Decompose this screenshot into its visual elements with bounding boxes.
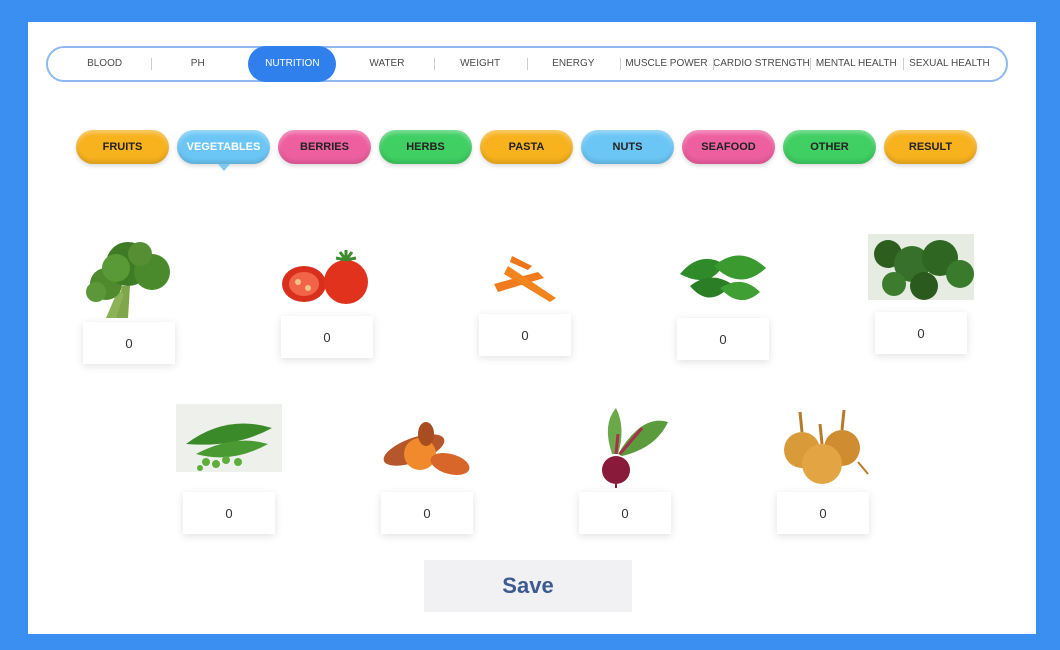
veg-item-beet: 0 (572, 404, 678, 534)
kale-icon (868, 224, 974, 308)
category-vegetables[interactable]: VEGETABLES (177, 130, 270, 171)
tab-nutrition[interactable]: NUTRITION (248, 46, 337, 82)
save-button[interactable]: Save (424, 560, 632, 612)
tab-ph[interactable]: PH (151, 48, 244, 80)
app-frame: BLOOD PH NUTRITION WATER WEIGHT ENERGY M… (28, 22, 1036, 634)
veg-item-tomato: 0 (274, 228, 380, 358)
category-other[interactable]: OTHER (783, 130, 876, 164)
category-herbs[interactable]: HERBS (379, 130, 472, 164)
spinach-icon (670, 230, 776, 314)
beet-icon (572, 404, 678, 488)
tab-blood[interactable]: BLOOD (58, 48, 151, 80)
veg-item-kale: 0 (868, 224, 974, 354)
quantity-input[interactable]: 0 (777, 492, 869, 534)
quantity-input[interactable]: 0 (183, 492, 275, 534)
tab-energy[interactable]: ENERGY (526, 48, 620, 80)
quantity-input[interactable]: 0 (479, 314, 571, 356)
tab-mental-health[interactable]: MENTAL HEALTH (809, 48, 903, 80)
veg-item-spinach: 0 (670, 230, 776, 360)
category-berries[interactable]: BERRIES (278, 130, 371, 164)
veg-item-onion: 0 (770, 404, 876, 534)
quantity-input[interactable]: 0 (579, 492, 671, 534)
peas-icon (176, 404, 282, 488)
category-pasta[interactable]: PASTA (480, 130, 573, 164)
onion-icon (770, 404, 876, 488)
category-seafood[interactable]: SEAFOOD (682, 130, 775, 164)
tab-cardio-strength[interactable]: CARDIO STRENGTH (713, 48, 810, 80)
tab-sexual-health[interactable]: SEXUAL HEALTH (902, 48, 996, 80)
tab-water[interactable]: WATER (340, 48, 433, 80)
tomato-icon (274, 228, 380, 312)
tab-weight[interactable]: WEIGHT (433, 48, 527, 80)
category-fruits[interactable]: FRUITS (76, 130, 169, 164)
veg-item-broccoli: 0 (76, 234, 182, 364)
quantity-input[interactable]: 0 (281, 316, 373, 358)
health-tabs: BLOOD PH NUTRITION WATER WEIGHT ENERGY M… (46, 46, 1008, 82)
quantity-input[interactable]: 0 (677, 318, 769, 360)
category-nuts[interactable]: NUTS (581, 130, 674, 164)
category-result[interactable]: RESULT (884, 130, 977, 164)
veg-item-sweet-potato: 0 (374, 404, 480, 534)
veg-item-carrot: 0 (472, 226, 578, 356)
tab-muscle-power[interactable]: MUSCLE POWER (619, 48, 713, 80)
carrot-icon (472, 226, 578, 310)
broccoli-icon (76, 234, 182, 318)
quantity-input[interactable]: 0 (875, 312, 967, 354)
sweet-potato-icon (374, 404, 480, 488)
quantity-input[interactable]: 0 (381, 492, 473, 534)
quantity-input[interactable]: 0 (83, 322, 175, 364)
category-pills: FRUITS VEGETABLES BERRIES HERBS PASTA NU… (76, 130, 977, 171)
veg-item-peas: 0 (176, 404, 282, 534)
